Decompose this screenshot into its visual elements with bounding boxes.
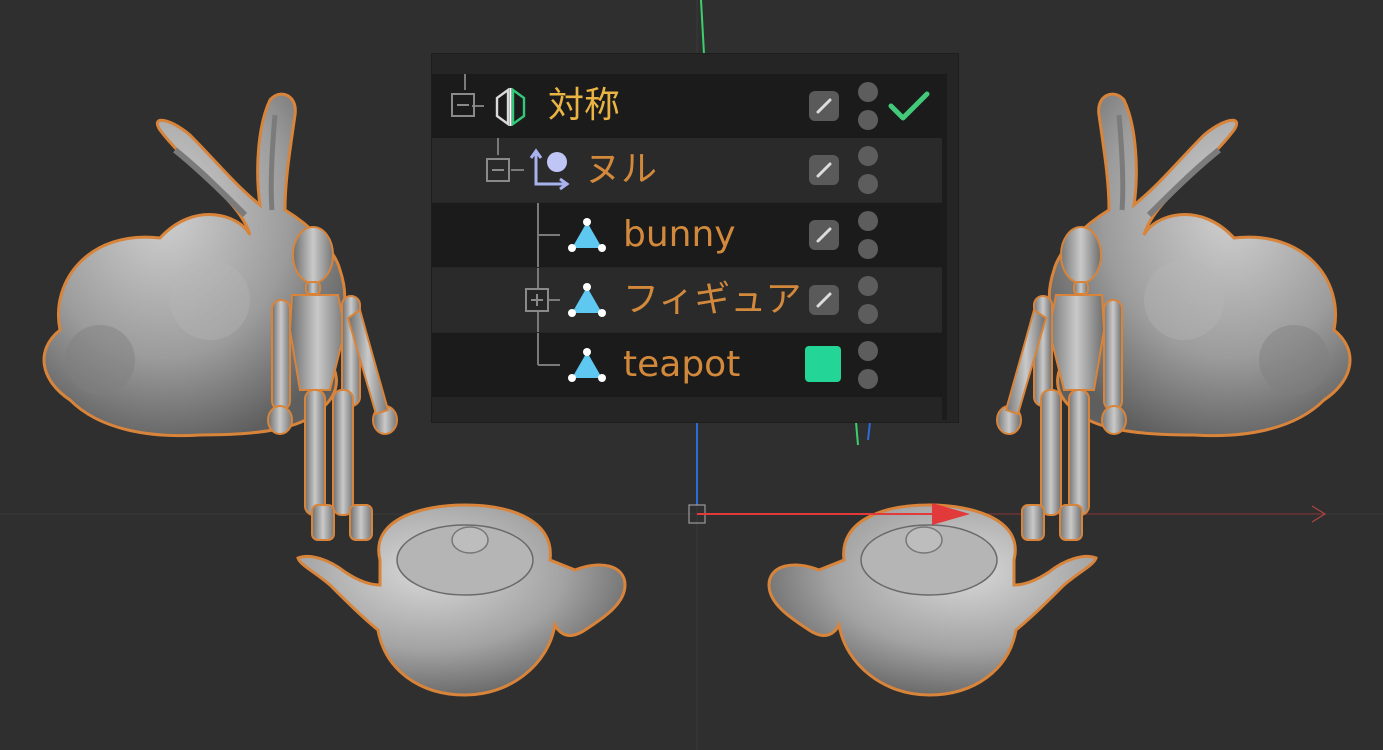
editor-visibility-dot[interactable] [858, 82, 878, 102]
editor-visibility-dot[interactable] [858, 341, 878, 361]
object-row-symmetry[interactable]: 対称 [432, 74, 942, 138]
object-row-figure[interactable]: フィギュア [432, 268, 942, 332]
object-name-symmetry[interactable]: 対称 [548, 84, 620, 128]
render-visibility-dot[interactable] [858, 304, 878, 324]
edit-tag-icon[interactable] [809, 285, 839, 315]
teapot-model-original[interactable] [296, 503, 627, 697]
object-manager-scrollbar[interactable] [942, 74, 947, 420]
editor-visibility-dot[interactable] [858, 146, 878, 166]
edit-tag-icon[interactable] [809, 91, 839, 121]
tree-connector [497, 138, 524, 171]
render-visibility-dot[interactable] [858, 174, 878, 194]
enabled-check-icon[interactable] [887, 88, 931, 124]
object-name-bunny[interactable]: bunny [623, 213, 736, 257]
object-row-teapot[interactable]: teapot [432, 333, 942, 397]
collapse-toggle-icon[interactable] [450, 92, 476, 120]
object-row-bunny[interactable]: bunny [432, 203, 942, 267]
null-object-icon [529, 148, 570, 191]
object-name-teapot[interactable]: teapot [623, 343, 740, 387]
edit-tag-icon[interactable] [809, 155, 839, 185]
render-visibility-dot[interactable] [858, 110, 878, 130]
object-name-figure[interactable]: フィギュア [623, 278, 802, 322]
object-row-null[interactable]: ヌル [432, 138, 942, 202]
polygon-object-icon [568, 283, 606, 317]
render-visibility-dot[interactable] [858, 239, 878, 259]
expand-toggle-icon[interactable] [524, 287, 550, 315]
collapse-toggle-icon[interactable] [485, 157, 511, 185]
polygon-object-icon [568, 348, 606, 382]
display-color-swatch[interactable] [805, 346, 841, 382]
render-visibility-dot[interactable] [858, 369, 878, 389]
polygon-object-icon [568, 218, 606, 252]
object-name-null[interactable]: ヌル [585, 148, 657, 192]
editor-visibility-dot[interactable] [858, 276, 878, 296]
teapot-model-mirrored[interactable] [767, 503, 1098, 697]
edit-tag-icon[interactable] [809, 220, 839, 250]
symmetry-icon [495, 87, 526, 126]
object-manager-panel: 対称 ヌル bunny フィギュア teapot [432, 54, 958, 422]
editor-visibility-dot[interactable] [858, 211, 878, 231]
